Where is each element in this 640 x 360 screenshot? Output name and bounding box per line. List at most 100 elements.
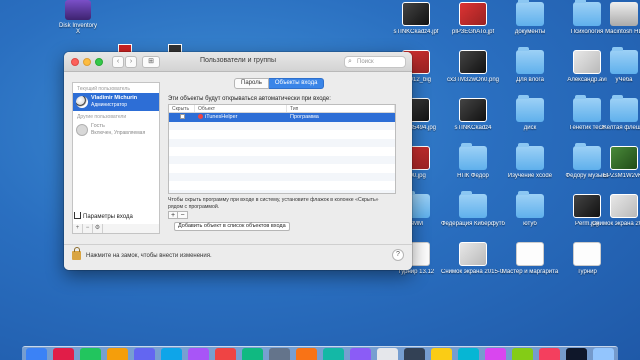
hide-cell — [169, 113, 195, 122]
dock-app-icon[interactable] — [161, 348, 182, 360]
dock-app-icon[interactable] — [53, 348, 74, 360]
dock-app-icon[interactable] — [26, 348, 47, 360]
desktop-icon[interactable]: уЧеба — [592, 47, 640, 84]
current-user-header: Текущий пользователь — [77, 86, 130, 92]
table-row-empty — [169, 138, 395, 147]
window-footer: Нажмите на замок, чтобы внести изменения… — [64, 244, 412, 270]
tab-bar: Пароль Объекты входа — [234, 78, 325, 89]
item-cell: iTunesHelper — [195, 113, 287, 122]
desktop-icon[interactable]: Изучение xcode — [498, 143, 562, 180]
type-cell: Программа — [290, 114, 319, 120]
desktop-icon[interactable]: Мастер и маргарита — [498, 242, 562, 276]
dock-app-icon[interactable] — [377, 348, 398, 360]
itunes-icon — [198, 114, 203, 119]
dock-app-icon[interactable] — [431, 348, 452, 360]
desktop-icon-label: Турнир 13.12 — [397, 269, 435, 275]
column-type[interactable]: Тип — [287, 105, 395, 112]
dock-app-icon[interactable] — [350, 348, 371, 360]
remove-user-button[interactable]: − — [83, 224, 93, 233]
user-role: Администратор — [91, 102, 128, 108]
dock-app-icon[interactable] — [215, 348, 236, 360]
table-row[interactable]: iTunesHelper Программа — [169, 113, 395, 122]
desktop-icon[interactable]: Желтая флешка — [592, 95, 640, 132]
user-name: Гость — [91, 123, 105, 129]
login-items-controls: + − — [168, 211, 188, 219]
dock-app-icon[interactable] — [404, 348, 425, 360]
disk-inventory-x-icon[interactable]: Disk Inventory X — [58, 0, 98, 35]
desktop-icon[interactable]: Федерация Киберфутбола — [441, 191, 505, 228]
sidebar-user-current[interactable]: Vladimir Michurin Администратор — [73, 93, 159, 111]
table-row-empty — [169, 121, 395, 130]
dock-app-icon[interactable] — [188, 348, 209, 360]
desktop-icon-label: cx3TM32wOn0.png — [446, 77, 500, 83]
other-users-header: Другие пользователи — [77, 114, 127, 120]
dock-app-icon[interactable] — [566, 348, 587, 360]
sidebar-user-guest[interactable]: Гость Включен, Управляемая — [73, 121, 159, 139]
tab-password[interactable]: Пароль — [234, 78, 269, 89]
user-name: Vladimir Michurin — [91, 95, 138, 101]
table-row-empty — [169, 172, 395, 181]
desktop-icon-label: Изучение xcode — [507, 173, 553, 179]
column-hide[interactable]: Скрыть — [169, 105, 195, 112]
add-item-button[interactable]: + — [168, 211, 178, 219]
desktop-icon-label: EPZsM1W2vKc — [602, 173, 640, 179]
dock-app-icon[interactable] — [458, 348, 479, 360]
dock-app-icon[interactable] — [269, 348, 290, 360]
desktop-icon[interactable]: Снимок экрана 2015-0....17.32.56 — [592, 194, 640, 228]
dock-app-icon[interactable] — [512, 348, 533, 360]
desktop-icon[interactable]: pIP3EGhATo.jpf — [441, 2, 505, 36]
desktop-icon-label: sTINKCkadz4 — [454, 125, 492, 131]
gear-icon[interactable]: ⚙ — [93, 224, 103, 233]
image-file-icon — [459, 242, 487, 266]
add-user-button[interactable]: + — [73, 224, 83, 233]
house-icon — [74, 212, 81, 219]
desktop-icon-label: Снимок экрана 2015-0....14.16.54 — [441, 269, 505, 275]
folder-icon — [516, 95, 544, 122]
dock-app-icon[interactable] — [80, 348, 101, 360]
column-item[interactable]: Объект — [195, 105, 287, 112]
table-header: Скрыть Объект Тип — [169, 105, 395, 113]
image-file-icon — [459, 50, 487, 74]
image-file-icon — [459, 2, 487, 26]
tab-login-items[interactable]: Объекты входа — [268, 78, 325, 89]
document-icon — [516, 242, 544, 266]
table-row-empty — [169, 155, 395, 164]
dock-app-icon[interactable] — [134, 348, 155, 360]
desktop-icon[interactable]: диск — [498, 95, 562, 132]
dock-app-icon[interactable] — [485, 348, 506, 360]
lock-icon[interactable] — [72, 247, 81, 260]
table-row-empty — [169, 147, 395, 156]
desktop-icon[interactable]: Снимок экрана 2015-0....14.16.54 — [441, 242, 505, 276]
desktop-icon[interactable]: ютуб — [498, 191, 562, 228]
folder-icon — [516, 143, 544, 170]
help-button[interactable]: ? — [392, 249, 404, 261]
desktop-icon[interactable]: НПК Федор — [441, 143, 505, 180]
search-input[interactable]: ⌕ Поиск — [344, 56, 406, 68]
desktop-icon[interactable]: cx3TM32wOn0.png — [441, 50, 505, 84]
dock-app-icon[interactable] — [593, 348, 614, 360]
desktop-icon-label: НПК Федор — [457, 173, 489, 179]
desktop-icon-label: документы — [514, 29, 546, 35]
dock — [22, 346, 618, 360]
login-options-button[interactable]: Параметры входа — [74, 212, 133, 220]
dock-app-icon[interactable] — [296, 348, 317, 360]
desktop-icon-label: Снимок экрана 2015-0....17.32.56 — [592, 221, 640, 227]
desktop-icon[interactable]: sTINKCkadz4 — [441, 98, 505, 132]
desktop-icon[interactable]: sTINKCkadz4.jpf — [384, 2, 448, 36]
dock-app-icon[interactable] — [323, 348, 344, 360]
desktop-icon[interactable]: документы — [498, 0, 562, 36]
image-file-icon — [610, 194, 638, 218]
add-item-tooltip: Добавить объект в список объектов входа — [174, 222, 290, 231]
desktop-icon-label: Disk Inventory X — [58, 23, 97, 35]
dock-app-icon[interactable] — [242, 348, 263, 360]
dock-app-icon[interactable] — [539, 348, 560, 360]
folder-icon — [610, 95, 638, 122]
remove-item-button[interactable]: − — [178, 211, 188, 219]
hide-hint-text: Чтобы скрыть программу при входе в систе… — [168, 197, 379, 210]
hide-checkbox[interactable] — [180, 114, 185, 119]
dock-app-icon[interactable] — [107, 348, 128, 360]
desktop-icon[interactable]: Macintosh HD — [592, 2, 640, 36]
desktop-icon[interactable]: Для влога — [498, 47, 562, 84]
desktop-icon[interactable]: EPZsM1W2vKc — [592, 146, 640, 180]
desktop-icon[interactable]: Турнир — [555, 242, 619, 276]
